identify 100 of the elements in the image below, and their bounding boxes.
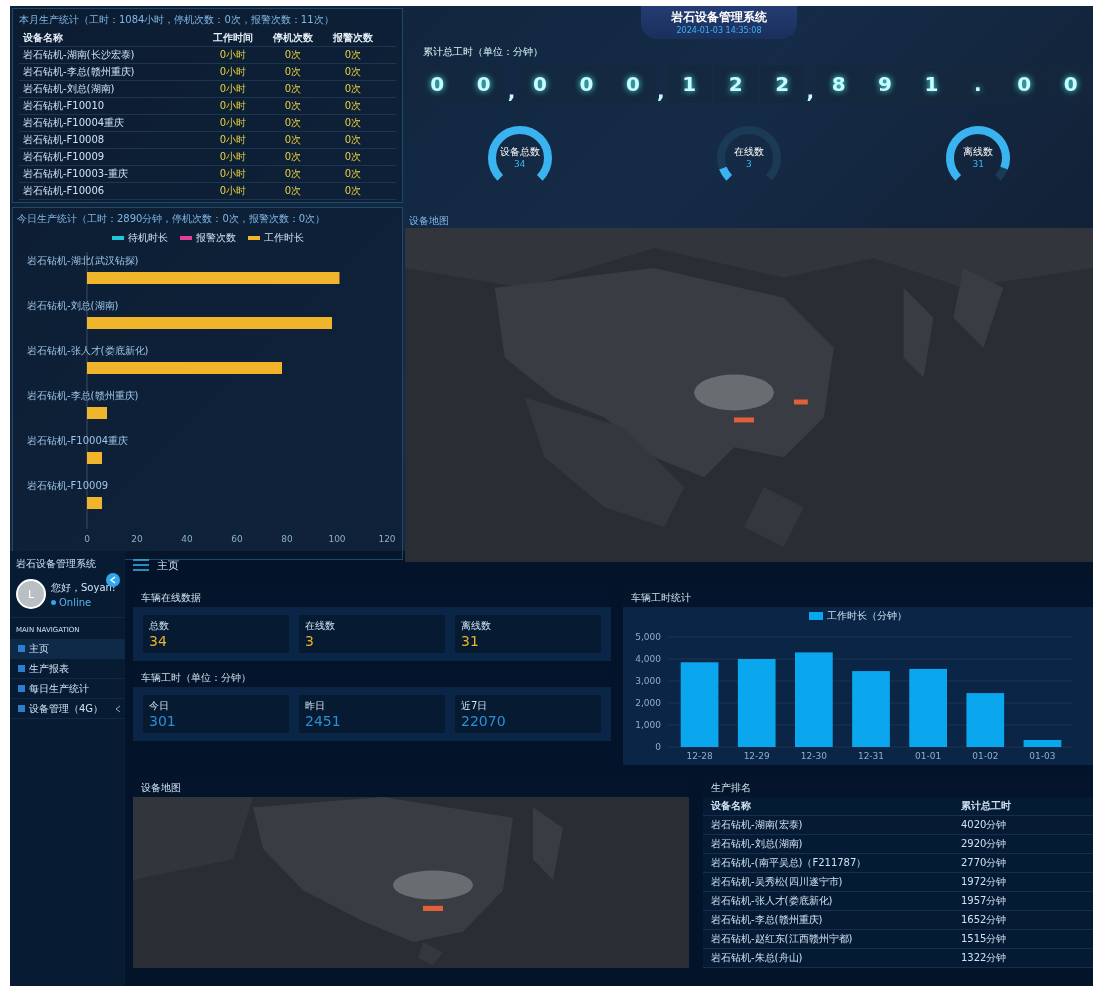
stat-value: 2451: [305, 713, 342, 729]
bar: [87, 497, 102, 509]
table-cell-text: 1957分钟: [961, 894, 1008, 908]
counter-digit: 0: [461, 65, 506, 103]
counter-label: 累计总工时（单位：分钟）: [423, 45, 543, 59]
tick-label: 4,000: [635, 654, 661, 664]
axis-label: 岩石钻机-刘总(湖南): [27, 300, 119, 311]
table-cell-text: 岩石钻机-F10010: [22, 99, 106, 113]
table-cell-text: 0次: [343, 116, 363, 130]
table-cell-text: 岩石钻机-湖南(长沙宏泰): [22, 48, 136, 62]
tick-label: 40: [181, 534, 193, 544]
stat-label: 离线数: [461, 619, 492, 633]
tick-label: 0: [655, 742, 661, 752]
column-header: 停机次数: [272, 31, 314, 45]
legend-item[interactable]: 工作时长: [247, 231, 304, 245]
table-cell-text: 岩石钻机-F10004重庆: [22, 116, 126, 130]
gauge-value: 31: [972, 159, 985, 169]
nav-item[interactable]: 生产报表: [10, 659, 125, 679]
table-cell-text: 0次: [283, 184, 303, 198]
card-title: 设备地图: [133, 777, 689, 797]
page-title: 主页: [157, 557, 179, 573]
legend-item[interactable]: 工作时长（分钟）: [809, 609, 907, 623]
card-title: 车辆工时统计: [623, 587, 1093, 607]
table-cell-text: 1322分钟: [961, 951, 1008, 965]
tick-label: 0: [84, 534, 90, 544]
table-cell-text: 岩石钻机-赵红东(江西赣州宁都): [711, 932, 854, 946]
tick-label: 5,000: [635, 632, 661, 642]
table-cell-text: 0小时: [218, 133, 248, 147]
table-cell-text: 2920分钟: [961, 837, 1008, 851]
table-cell-text: 岩石钻机-刘总(湖南): [711, 837, 804, 851]
tick-label: 1,000: [635, 720, 661, 730]
card-title: 生产排名: [703, 777, 1093, 797]
table-cell-text: 2770分钟: [961, 856, 1008, 870]
table-cell-text: 0小时: [218, 150, 248, 164]
square-icon: [18, 705, 25, 712]
table-cell-text: 1972分钟: [961, 875, 1008, 889]
table-cell-text: 0次: [343, 184, 363, 198]
table-cell-text: 0小时: [218, 184, 248, 198]
stat-value: 34: [149, 633, 168, 649]
counter-digit: 2: [713, 65, 758, 103]
axis-label: 岩石钻机-张人才(娄底新化): [27, 345, 149, 356]
axis-label: 岩石钻机-李总(赣州重庆): [27, 390, 139, 401]
axis-label: 岩石钻机-湖北(武汉钻探): [27, 255, 139, 266]
nav-item[interactable]: 主页: [10, 639, 125, 659]
table-cell-text: 岩石钻机-F10006: [22, 184, 106, 198]
table-cell-text: 岩石钻机-李总(赣州重庆): [22, 65, 136, 79]
table-cell-text: 1652分钟: [961, 913, 1008, 927]
table-cell-text: 0次: [283, 150, 303, 164]
tick-label: 2,000: [635, 698, 661, 708]
tick-label: 01-02: [972, 751, 999, 761]
square-icon: [18, 685, 25, 692]
stat-value: 22070: [461, 713, 507, 729]
tick-label: 12-31: [857, 751, 885, 761]
tick-label: 12-29: [743, 751, 770, 761]
bar: [87, 407, 107, 419]
menu-icon[interactable]: [133, 559, 149, 571]
table-cell-text: 0小时: [218, 116, 248, 130]
stat-label: 近7日: [461, 699, 489, 713]
panel-title: 设备地图: [408, 214, 450, 228]
table-cell-text: 0次: [343, 65, 363, 79]
stat-label: 今日: [149, 699, 170, 713]
tick-label: 01-03: [1029, 751, 1056, 761]
user-greeting: 您好，Soyan!: [51, 580, 116, 595]
counter-digit: 0: [610, 65, 656, 103]
column-header: 累计总工时: [961, 799, 1012, 813]
stat-value: 3: [305, 633, 315, 649]
table-cell-text: 0小时: [218, 65, 248, 79]
table-cell-text: 0次: [343, 99, 363, 113]
legend-item[interactable]: 待机时长: [111, 231, 168, 245]
column-header: 工作时间: [212, 31, 254, 45]
tick-label: 120: [378, 534, 396, 544]
app-name: 岩石设备管理系统: [15, 557, 97, 571]
table-cell-text: 0次: [343, 167, 363, 181]
tick-label: 01-01: [915, 751, 942, 761]
online-status: Online: [51, 596, 116, 608]
stat-label: 在线数: [305, 619, 336, 633]
axis-label: 岩石钻机-F10009: [27, 480, 109, 491]
table-cell-text: 岩石钻机-吴秀松(四川遂宁市): [711, 875, 844, 889]
table-cell-text: 岩石钻机-F10008: [22, 133, 106, 147]
table-cell-text: 0小时: [218, 167, 248, 181]
table-cell-text: 0次: [283, 99, 303, 113]
counter-digit: 9: [862, 65, 908, 103]
page-title: 岩石设备管理系统: [671, 9, 767, 26]
table-cell-text: 0次: [283, 167, 303, 181]
tick-label: 60: [231, 534, 243, 544]
back-icon: [109, 576, 117, 584]
table-cell-text: 0次: [283, 48, 303, 62]
gauge-label: 在线数: [734, 145, 764, 159]
nav-item[interactable]: 每日生产统计: [10, 679, 125, 699]
table-cell-text: 0次: [343, 82, 363, 96]
gauge-value: 34: [513, 159, 526, 169]
card-title: 车辆在线数据: [133, 587, 611, 607]
nav-item[interactable]: 设备管理（4G）: [10, 699, 125, 719]
legend-item[interactable]: 报警次数: [179, 231, 236, 245]
table-cell-text: 岩石钻机-朱总(舟山): [711, 951, 804, 965]
avatar: L: [16, 579, 46, 609]
tick-label: 12-28: [686, 751, 713, 761]
counter-digit: 8: [816, 65, 861, 103]
table-cell-text: 岩石钻机-(南平吴总)（F211787）: [711, 856, 868, 870]
bar: [1023, 739, 1062, 747]
